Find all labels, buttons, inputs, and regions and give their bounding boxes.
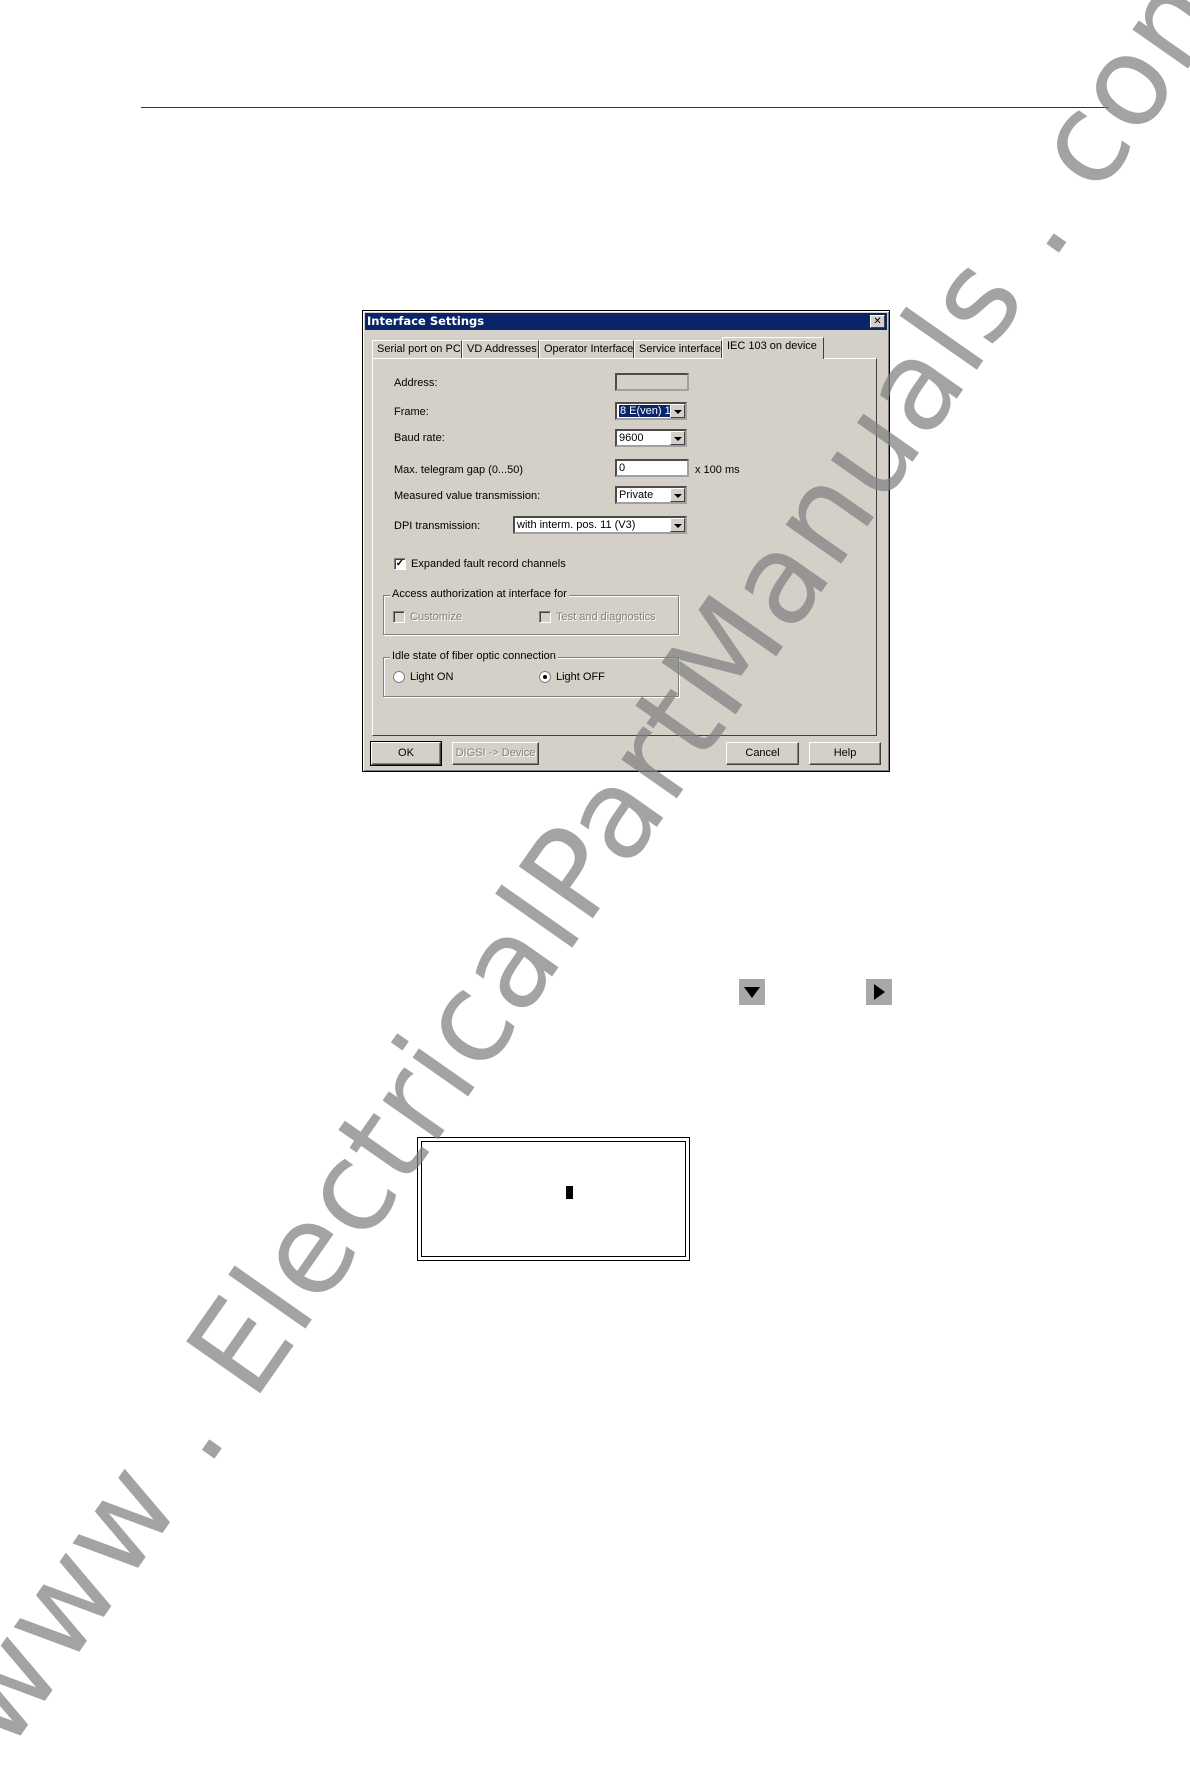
dpi-label: DPI transmission:	[394, 520, 481, 532]
expanded-fault-label: Expanded fault record channels	[411, 558, 566, 570]
dialog-titlebar: Interface Settings ✕	[365, 313, 887, 330]
baud-rate-select[interactable]: 9600	[615, 429, 687, 447]
chevron-down-icon[interactable]	[670, 518, 685, 532]
interface-settings-dialog: Interface Settings ✕ Serial port on PC V…	[362, 310, 890, 772]
measured-value-label: Measured value transmission:	[394, 490, 541, 502]
dpi-value: with interm. pos. 11 (V3)	[517, 519, 636, 531]
baud-rate-label: Baud rate:	[394, 432, 445, 444]
test-diagnostics-checkbox	[539, 611, 551, 623]
chevron-down-icon[interactable]	[670, 404, 685, 418]
test-diagnostics-label: Test and diagnostics	[556, 611, 656, 623]
frame-label: Frame:	[394, 406, 429, 418]
idle-state-group: Idle state of fiber optic connection Lig…	[383, 650, 679, 697]
watermark: www . ElectricalPartManuals . com	[0, 0, 1190, 1771]
header-rule	[141, 107, 1109, 108]
dialog-title: Interface Settings	[367, 314, 485, 328]
close-icon[interactable]: ✕	[870, 315, 885, 328]
telegram-gap-label: Max. telegram gap (0...50)	[394, 464, 524, 476]
light-on-label: Light ON	[410, 671, 454, 683]
lcd-display	[417, 1137, 690, 1261]
lcd-display-inner	[421, 1141, 686, 1257]
cancel-button[interactable]: Cancel	[726, 742, 799, 765]
telegram-gap-input[interactable]: 0	[615, 459, 689, 477]
baud-rate-value: 9600	[619, 432, 644, 444]
digsi-to-device-button: DIGSI -> Device	[452, 742, 539, 765]
access-authorization-group: Access authorization at interface for Cu…	[383, 588, 679, 635]
frame-select[interactable]: 8 E(ven) 1	[615, 402, 687, 420]
tab-operator-interface[interactable]: Operator Interface	[539, 340, 634, 358]
measured-value-value: Private	[619, 489, 654, 501]
telegram-gap-unit: x 100 ms	[695, 464, 740, 476]
frame-value: 8 E(ven) 1	[619, 405, 672, 417]
lcd-cursor	[566, 1186, 573, 1199]
customize-checkbox	[393, 611, 405, 623]
measured-value-select[interactable]: Private	[615, 486, 687, 504]
chevron-down-icon[interactable]	[670, 488, 685, 502]
customize-label: Customize	[410, 611, 462, 623]
access-group-title: Access authorization at interface for	[390, 588, 569, 600]
tab-serial-port[interactable]: Serial port on PC	[372, 340, 462, 358]
down-arrow-key-icon	[739, 979, 765, 1005]
light-on-radio[interactable]	[393, 671, 405, 683]
tab-iec-103[interactable]: IEC 103 on device	[722, 337, 824, 359]
light-off-label: Light OFF	[556, 671, 605, 683]
help-button[interactable]: Help	[809, 742, 881, 765]
right-arrow-key-icon	[866, 979, 892, 1005]
idle-group-title: Idle state of fiber optic connection	[390, 650, 558, 662]
chevron-down-icon[interactable]	[670, 431, 685, 445]
address-label: Address:	[394, 377, 438, 389]
tab-service-interface[interactable]: Service interface	[634, 340, 722, 358]
dpi-select[interactable]: with interm. pos. 11 (V3)	[513, 516, 687, 534]
expanded-fault-checkbox[interactable]: ✓	[394, 558, 406, 570]
tab-panel: Address: Frame: 8 E(ven) 1 Baud rate: 96…	[372, 358, 877, 736]
tab-vd-addresses[interactable]: VD Addresses	[462, 340, 539, 358]
address-field[interactable]	[615, 373, 689, 391]
light-off-radio[interactable]	[539, 671, 551, 683]
ok-button[interactable]: OK	[370, 741, 442, 766]
